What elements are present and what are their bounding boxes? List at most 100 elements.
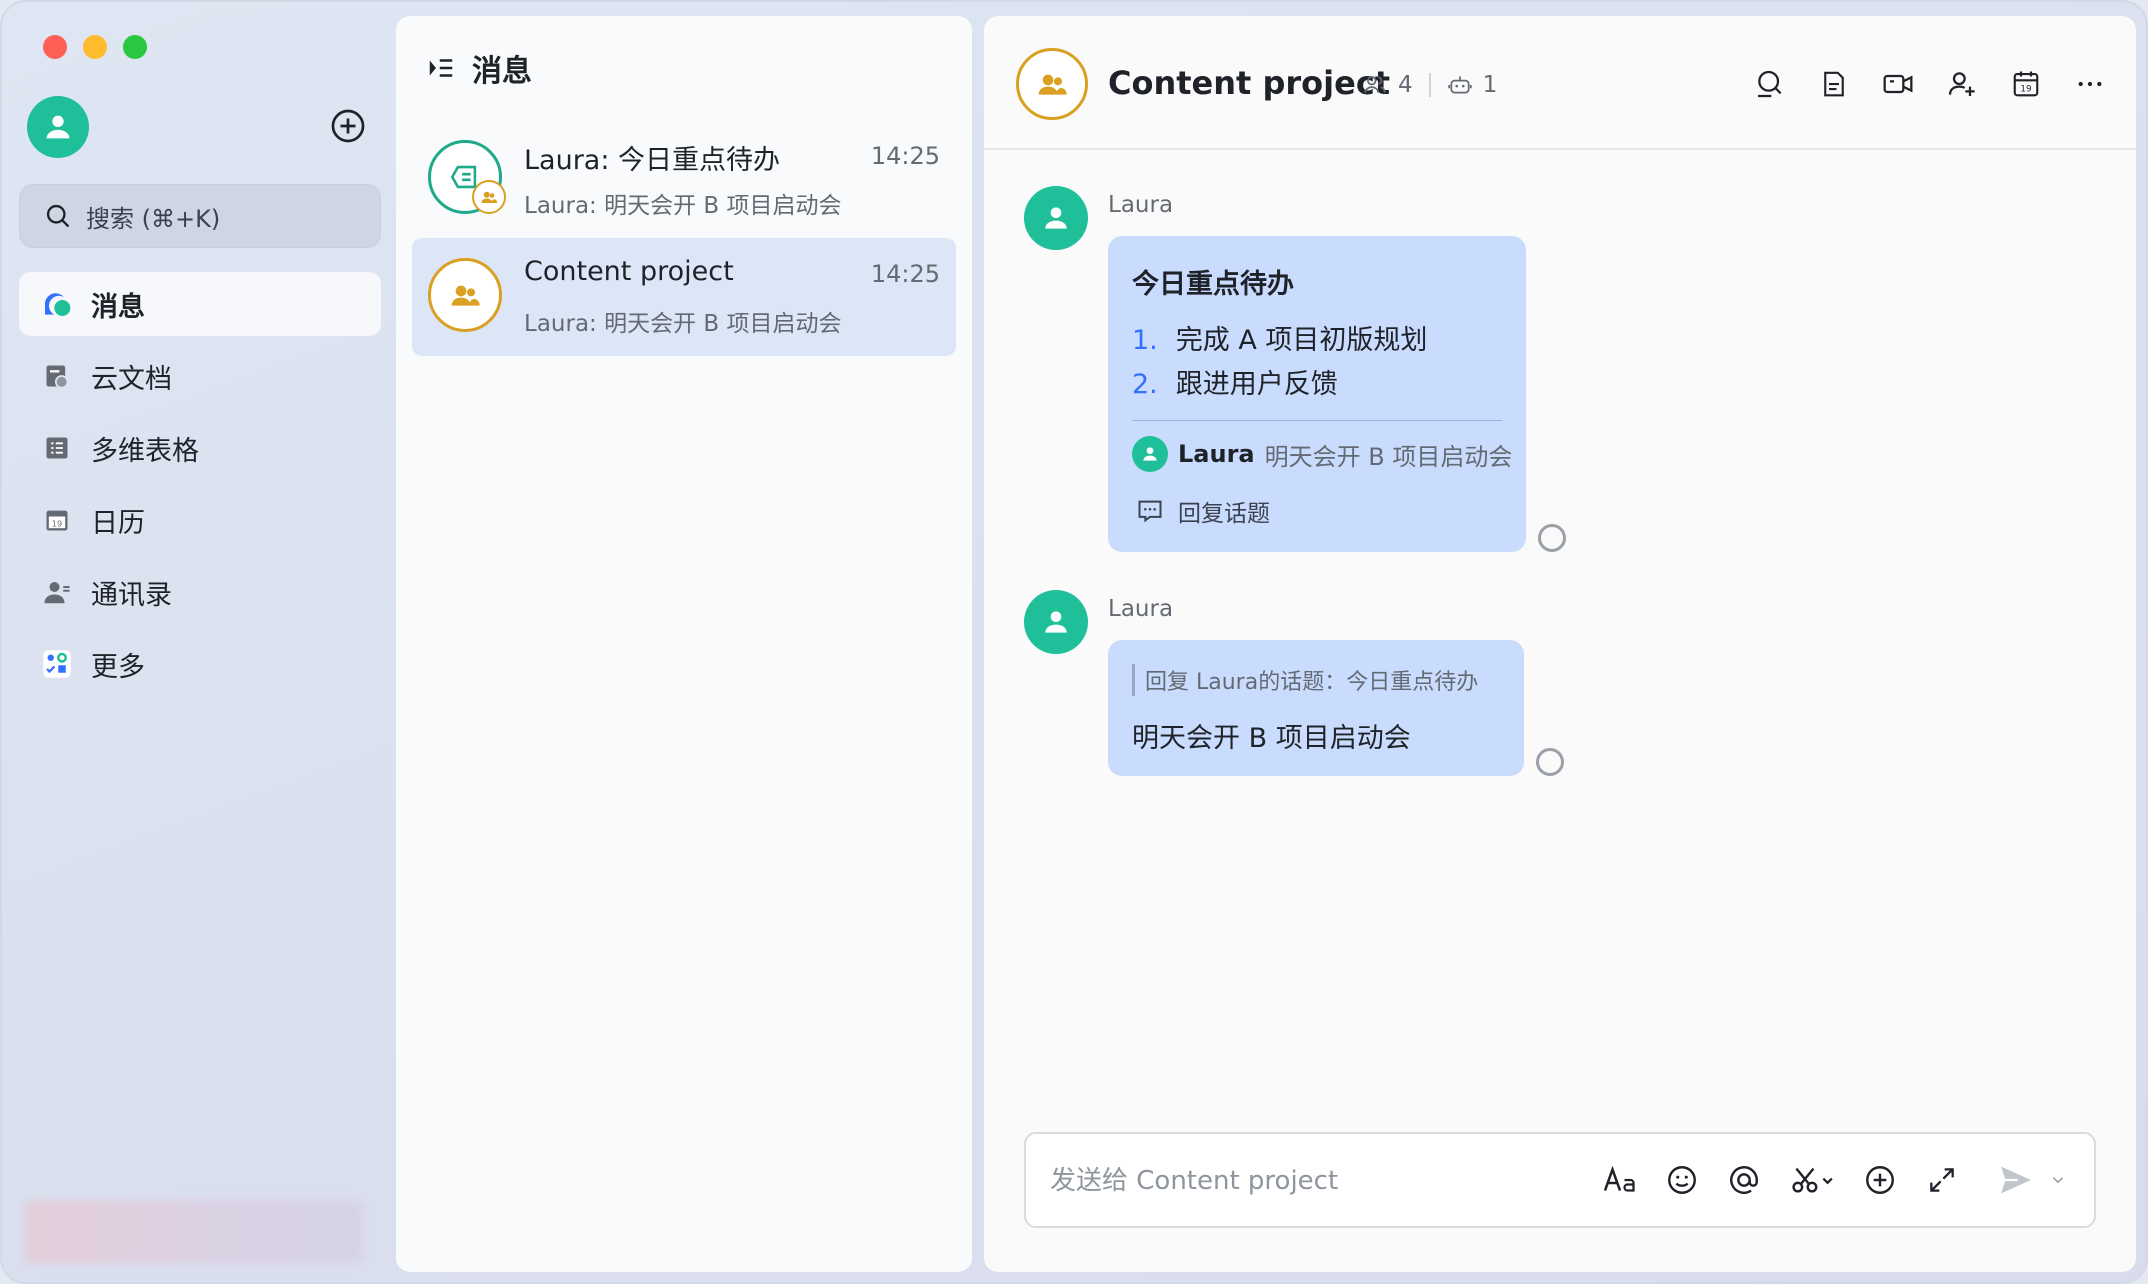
search-chat-button[interactable] xyxy=(1752,66,1788,102)
list-item: 2. 跟进用户反馈 xyxy=(1132,369,1338,400)
composer-toolbar xyxy=(1602,1162,2068,1198)
nav-item-more[interactable]: 更多 xyxy=(19,632,381,696)
svg-text:19: 19 xyxy=(2020,85,2031,95)
search-box[interactable]: 搜索 (⌘+K) xyxy=(19,184,381,248)
person-icon xyxy=(46,115,70,139)
at-sign-icon xyxy=(1730,1166,1758,1194)
read-receipt[interactable] xyxy=(1538,524,1566,552)
add-member-button[interactable] xyxy=(1944,66,1980,102)
base-table-icon xyxy=(41,432,73,464)
reply-text: 明天会开 B 项目启动会 xyxy=(1264,442,1513,471)
message-bubble[interactable]: 今日重点待办 1. 完成 A 项目初版规划 2. 跟进用户反馈 Laura 明天会开… xyxy=(1108,236,1526,552)
contacts-icon xyxy=(41,576,73,608)
send-icon xyxy=(2001,1166,2031,1194)
nav-label: 多维表格 xyxy=(91,435,199,467)
minimize-window-button[interactable] xyxy=(83,35,107,59)
conversation-list-panel: 消息 Laura: 今日重点待办 14:25 Laura: 明天会开 B 项目启… xyxy=(396,16,972,1272)
nav-label: 消息 xyxy=(91,291,145,323)
conversation-title: Content project xyxy=(524,256,734,287)
bot-count[interactable]: 1 xyxy=(1483,72,1498,98)
message-title: 今日重点待办 xyxy=(1132,269,1294,300)
ellipsis-icon xyxy=(2078,81,2102,87)
sender-avatar[interactable] xyxy=(1024,186,1088,250)
chevron-down-icon xyxy=(2052,1177,2064,1184)
chat-panel: Content project 4 1 19 Laura 今日重点待办 1. 完… xyxy=(984,16,2136,1272)
bot-icon[interactable] xyxy=(1447,72,1473,98)
meta-divider xyxy=(1428,73,1431,97)
nav-item-docs[interactable]: 云文档 xyxy=(19,344,381,408)
create-button[interactable] xyxy=(330,108,366,144)
person-icon xyxy=(1045,207,1067,229)
conversation-item-selected[interactable]: Content project 14:25 Laura: 明天会开 B 项目启动… xyxy=(412,238,956,356)
message-composer xyxy=(1024,1132,2096,1228)
emoji-button[interactable] xyxy=(1664,1162,1700,1198)
user-avatar[interactable] xyxy=(27,96,89,158)
sidebar: 搜索 (⌘+K) 消息 云文档 多维表格 19 日历 通讯录 更多 xyxy=(2,2,394,1282)
list-item: 1. 完成 A 项目初版规划 xyxy=(1132,325,1428,356)
members-icon[interactable] xyxy=(1362,72,1388,98)
sender-avatar[interactable] xyxy=(1024,590,1088,654)
conversation-time: 14:25 xyxy=(870,260,940,288)
format-button[interactable] xyxy=(1602,1162,1638,1198)
divider xyxy=(1132,420,1502,421)
conversation-time: 14:25 xyxy=(870,142,940,170)
sender-name: Laura xyxy=(1108,596,1174,622)
group-avatar xyxy=(428,258,502,332)
nav-label: 云文档 xyxy=(91,363,172,395)
list-header: 消息 xyxy=(426,46,532,90)
screenshot-button[interactable] xyxy=(1788,1162,1836,1198)
zoom-window-button[interactable] xyxy=(123,35,147,59)
close-window-button[interactable] xyxy=(43,35,67,59)
svg-text:19: 19 xyxy=(52,518,62,528)
reply-sender: Laura xyxy=(1178,440,1255,468)
conversation-preview: Laura: 明天会开 B 项目启动会 xyxy=(524,193,842,219)
send-options-button[interactable] xyxy=(2048,1162,2068,1198)
plus-circle-icon xyxy=(1866,1166,1894,1194)
nav-label: 更多 xyxy=(91,651,145,683)
chat-meta: 4 1 xyxy=(1362,72,1497,98)
text-format-icon xyxy=(1603,1165,1635,1192)
person-icon xyxy=(1143,447,1157,461)
group-badge xyxy=(472,180,506,214)
nav-item-messages[interactable]: 消息 xyxy=(19,272,381,336)
docs-button[interactable] xyxy=(1816,66,1852,102)
list-title: 消息 xyxy=(472,54,532,89)
video-call-button[interactable] xyxy=(1880,66,1916,102)
nav-item-contacts[interactable]: 通讯录 xyxy=(19,560,381,624)
emoji-icon xyxy=(1668,1166,1696,1194)
message-input[interactable] xyxy=(1050,1158,1550,1204)
add-user-icon xyxy=(1948,72,1975,96)
expand-composer-button[interactable] xyxy=(1924,1162,1960,1198)
expand-icon xyxy=(1930,1168,1954,1192)
search-placeholder: 搜索 (⌘+K) xyxy=(86,204,221,233)
message-bubble[interactable]: 回复 Laura的话题：今日重点待办 明天会开 B 项目启动会 xyxy=(1108,640,1524,776)
more-options-button[interactable] xyxy=(2072,66,2108,102)
group-avatar[interactable] xyxy=(1016,48,1088,120)
document-icon xyxy=(1824,71,1844,97)
reply-topic-button[interactable]: 回复话题 xyxy=(1136,494,1270,528)
send-button[interactable] xyxy=(1998,1162,2034,1198)
window-controls xyxy=(43,35,147,59)
search-icon xyxy=(46,204,70,228)
read-receipt[interactable] xyxy=(1536,748,1564,776)
mention-button[interactable] xyxy=(1726,1162,1762,1198)
thread-reply-preview[interactable]: Laura 明天会开 B 项目启动会 xyxy=(1132,436,1512,472)
conversation-item[interactable]: Laura: 今日重点待办 14:25 Laura: 明天会开 B 项目启动会 xyxy=(412,120,956,238)
quoted-topic[interactable]: 回复 Laura的话题：今日重点待办 xyxy=(1132,664,1478,696)
group-icon xyxy=(1038,74,1067,95)
group-icon xyxy=(451,285,480,306)
member-count[interactable]: 4 xyxy=(1398,72,1413,98)
search-icon xyxy=(1758,70,1782,98)
reply-topic-label: 回复话题 xyxy=(1178,501,1270,527)
add-attachment-button[interactable] xyxy=(1862,1162,1898,1198)
chat-header: Content project 4 1 19 xyxy=(984,16,2136,150)
nav-item-base[interactable]: 多维表格 xyxy=(19,416,381,480)
nav-list: 消息 云文档 多维表格 19 日历 通讯录 更多 xyxy=(19,272,381,704)
nav-item-calendar[interactable]: 19 日历 xyxy=(19,488,381,552)
chat-title[interactable]: Content project xyxy=(1108,64,1390,102)
calendar-button[interactable]: 19 xyxy=(2008,66,2044,102)
collapse-list-icon[interactable] xyxy=(426,53,456,83)
comment-icon xyxy=(1138,500,1162,523)
conversation-title: Laura: 今日重点待办 xyxy=(524,145,781,176)
group-icon xyxy=(481,191,498,203)
